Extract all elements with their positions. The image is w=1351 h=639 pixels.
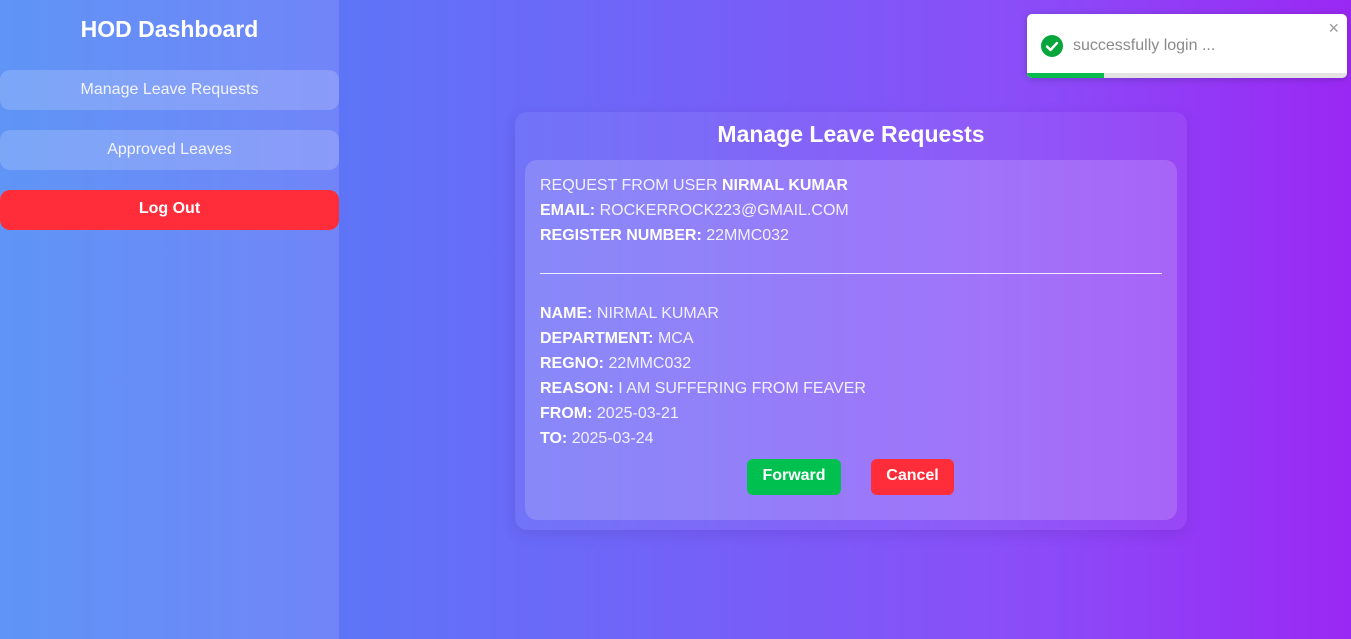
detail-value: 2025-03-21 <box>596 405 679 422</box>
sidebar: HOD Dashboard Manage Leave Requests Appr… <box>0 0 339 639</box>
detail-label: FROM: <box>540 405 593 422</box>
detail-label: TO: <box>540 430 568 447</box>
detail-from: FROM: 2025-03-21 <box>540 401 1162 426</box>
detail-label: NAME: <box>540 305 593 322</box>
leave-requests-panel: Manage Leave Requests REQUEST FROM USER … <box>515 112 1187 530</box>
page-title: Manage Leave Requests <box>717 121 985 147</box>
toast-message: successfully login ... <box>1073 37 1216 54</box>
detail-value: 2025-03-24 <box>571 430 654 447</box>
leave-request-card: REQUEST FROM USER NIRMAL KUMAR EMAIL: RO… <box>525 160 1177 520</box>
forward-button[interactable]: Forward <box>747 459 841 495</box>
success-toast: successfully login ... × <box>1027 14 1347 78</box>
detail-value: NIRMAL KUMAR <box>596 305 719 322</box>
logout-button[interactable]: Log Out <box>0 190 339 230</box>
register-number-label: REGISTER NUMBER: <box>540 227 702 244</box>
detail-label: REGNO: <box>540 355 604 372</box>
email-label: EMAIL: <box>540 202 596 219</box>
register-number-value: 22MMC032 <box>706 227 789 244</box>
check-circle-icon <box>1041 35 1063 57</box>
request-header-prefix: REQUEST FROM USER <box>540 177 718 194</box>
detail-regno: REGNO: 22MMC032 <box>540 351 1162 376</box>
request-user-name: NIRMAL KUMAR <box>721 177 848 194</box>
detail-reason: REASON: I AM SUFFERING FROM FEAVER <box>540 376 1162 401</box>
cancel-button[interactable]: Cancel <box>871 459 954 495</box>
detail-label: REASON: <box>540 380 614 397</box>
detail-label: DEPARTMENT: <box>540 330 654 347</box>
request-header: REQUEST FROM USER NIRMAL KUMAR <box>540 173 1162 198</box>
sidebar-title: HOD Dashboard <box>80 16 259 42</box>
toast-progress-track <box>1027 73 1347 78</box>
request-email: EMAIL: ROCKERROCK223@GMAIL.COM <box>540 198 1162 223</box>
request-register-number: REGISTER NUMBER: 22MMC032 <box>540 223 1162 248</box>
toast-progress-bar <box>1027 73 1104 78</box>
detail-to: TO: 2025-03-24 <box>540 426 1162 451</box>
sidebar-item-manage-leave-requests[interactable]: Manage Leave Requests <box>0 70 339 110</box>
divider <box>540 273 1162 274</box>
detail-name: NAME: NIRMAL KUMAR <box>540 301 1162 326</box>
detail-department: DEPARTMENT: MCA <box>540 326 1162 351</box>
close-icon[interactable]: × <box>1328 18 1339 39</box>
request-actions: Forward Cancel <box>525 459 1177 495</box>
email-value: ROCKERROCK223@GMAIL.COM <box>599 202 849 219</box>
detail-value: MCA <box>657 330 694 347</box>
sidebar-item-approved-leaves[interactable]: Approved Leaves <box>0 130 339 170</box>
detail-value: I AM SUFFERING FROM FEAVER <box>618 380 866 397</box>
detail-value: 22MMC032 <box>608 355 692 372</box>
